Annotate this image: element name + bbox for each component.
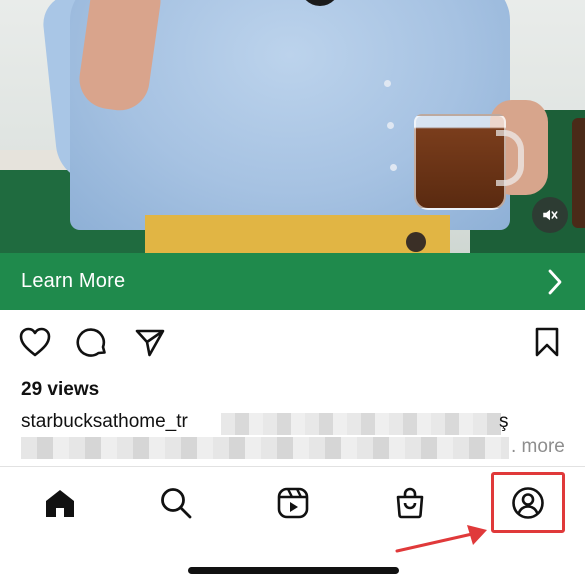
home-indicator — [188, 567, 399, 574]
annotation-arrow-icon — [395, 525, 487, 553]
share-button[interactable] — [130, 322, 170, 362]
video-mug-handle — [496, 130, 524, 186]
save-button[interactable] — [527, 322, 567, 362]
post-actions — [0, 322, 585, 366]
video-coffee-mug — [414, 114, 506, 210]
video-glass — [572, 118, 585, 228]
comment-button[interactable] — [72, 322, 112, 362]
learn-more-button[interactable]: Learn More — [0, 253, 585, 310]
reels-icon — [277, 487, 309, 519]
learn-more-label: Learn More — [21, 270, 126, 292]
search-icon — [161, 488, 192, 519]
share-icon — [135, 329, 165, 357]
bookmark-icon — [535, 327, 559, 357]
blurred-caption-text-line2 — [21, 437, 509, 459]
mute-button[interactable] — [532, 197, 568, 233]
video-skirt-button — [406, 232, 426, 252]
post-video[interactable] — [0, 0, 585, 253]
shop-icon — [396, 487, 424, 519]
caption-username[interactable]: starbucksathome_tr — [21, 411, 188, 433]
chevron-right-icon — [548, 269, 562, 294]
tab-reels[interactable] — [271, 481, 315, 525]
tab-shop[interactable] — [388, 481, 432, 525]
blurred-caption-text — [221, 413, 501, 435]
home-icon — [46, 490, 74, 517]
like-button[interactable] — [15, 322, 55, 362]
mute-icon — [543, 209, 558, 221]
profile-highlight-box — [491, 472, 565, 533]
heart-icon — [19, 327, 51, 357]
caption-visible-tail: ş — [499, 411, 509, 432]
more-link[interactable]: . more — [511, 436, 565, 458]
post-caption: starbucksathome_tr ş . more — [21, 411, 566, 463]
tab-home[interactable] — [38, 481, 82, 525]
comment-icon — [76, 328, 106, 357]
tab-search[interactable] — [154, 481, 198, 525]
video-skirt — [145, 215, 450, 253]
views-count: 29 views — [21, 379, 100, 400]
